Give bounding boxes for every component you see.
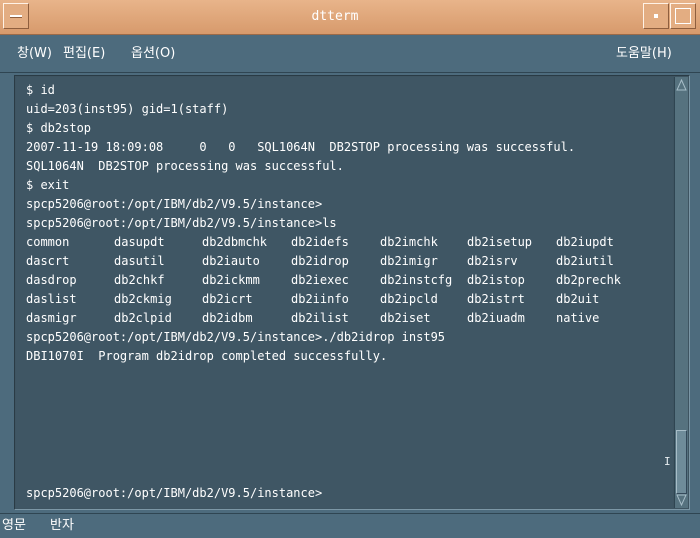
- menu-bar: 창(W) 편집(E) 옵션(O) 도움말(H): [0, 35, 700, 73]
- status-bar: 영문 반자: [0, 513, 700, 538]
- minimize-button[interactable]: [643, 3, 669, 29]
- terminal-line: 2007-11-19 18:09:08 0 0 SQL1064N DB2STOP…: [26, 140, 576, 154]
- terminal-line: $ id: [26, 83, 55, 97]
- ls-entry: db2idefs: [291, 235, 349, 249]
- ls-entry: db2iset: [380, 311, 431, 325]
- scroll-down-arrow-icon[interactable]: [676, 494, 687, 506]
- menu-help[interactable]: 도움말(H): [616, 35, 672, 72]
- ls-entry: db2isrv: [467, 254, 518, 268]
- width-mode-indicator[interactable]: 반자: [50, 514, 74, 538]
- maximize-button[interactable]: [670, 3, 696, 29]
- window-menu-button[interactable]: [3, 3, 29, 29]
- minimize-icon: [654, 14, 658, 18]
- terminal-line: spcp5206@root:/opt/IBM/db2/V9.5/instance…: [26, 216, 337, 230]
- terminal-line: spcp5206@root:/opt/IBM/db2/V9.5/instance…: [26, 330, 446, 344]
- text-cursor-icon: I: [664, 455, 671, 468]
- scroll-thumb[interactable]: [676, 430, 687, 494]
- ls-entry: db2instcfg: [380, 273, 453, 287]
- terminal-line: $ exit: [26, 178, 70, 192]
- terminal-line: SQL1064N DB2STOP processing was successf…: [26, 159, 344, 173]
- window-title: dtterm: [311, 9, 359, 24]
- ls-entry: db2clpid: [114, 311, 172, 325]
- ls-entry: db2iinfo: [291, 292, 349, 306]
- ls-entry: db2istrt: [467, 292, 525, 306]
- ls-entry: dascrt: [26, 254, 70, 268]
- ls-entry: db2icrt: [202, 292, 253, 306]
- ls-entry: db2dbmchk: [202, 235, 268, 249]
- ls-entry: db2iupdt: [556, 235, 614, 249]
- ls-entry: db2iutil: [556, 254, 614, 268]
- ls-entry: dasmigr: [26, 311, 77, 325]
- scroll-up-arrow-icon[interactable]: [676, 79, 687, 91]
- ls-entry: db2ilist: [291, 311, 349, 325]
- menu-edit[interactable]: 편집(E): [63, 35, 105, 72]
- window-menu-icon: [10, 15, 22, 17]
- maximize-icon: [675, 8, 691, 24]
- terminal-line: uid=203(inst95) gid=1(staff): [26, 102, 229, 116]
- vertical-scrollbar[interactable]: [674, 77, 688, 508]
- terminal-prompt: spcp5206@root:/opt/IBM/db2/V9.5/instance…: [26, 486, 323, 500]
- ls-entry: db2iauto: [202, 254, 260, 268]
- ls-entry: db2iuadm: [467, 311, 525, 325]
- ls-entry: db2istop: [467, 273, 525, 287]
- ls-entry: dasupdt: [114, 235, 165, 249]
- dtterm-window: dtterm 창(W) 편집(E) 옵션(O) 도움말(H) $ id uid=…: [0, 0, 700, 538]
- ls-entry: db2ickmm: [202, 273, 260, 287]
- ls-entry: daslist: [26, 292, 77, 306]
- ls-entry: native: [556, 311, 600, 325]
- ls-entry: db2chkf: [114, 273, 165, 287]
- title-bar[interactable]: dtterm: [0, 0, 700, 35]
- ls-entry: db2iexec: [291, 273, 349, 287]
- ls-entry: db2imchk: [380, 235, 438, 249]
- ls-entry: dasutil: [114, 254, 165, 268]
- menu-window[interactable]: 창(W): [17, 35, 52, 72]
- ls-entry: db2uit: [556, 292, 600, 306]
- ls-entry: db2prechk: [556, 273, 622, 287]
- ls-entry: db2imigr: [380, 254, 438, 268]
- ls-entry: db2ckmig: [114, 292, 172, 306]
- terminal-output[interactable]: $ id uid=203(inst95) gid=1(staff) $ db2s…: [16, 77, 673, 508]
- ls-entry: db2isetup: [467, 235, 533, 249]
- menu-options[interactable]: 옵션(O): [131, 35, 175, 72]
- ls-entry: db2idrop: [291, 254, 349, 268]
- ls-entry: db2ipcld: [380, 292, 438, 306]
- ls-entry: dasdrop: [26, 273, 77, 287]
- input-mode-indicator[interactable]: 영문: [2, 514, 26, 538]
- terminal-line: DBI1070I Program db2idrop completed succ…: [26, 349, 388, 363]
- ls-entry: db2idbm: [202, 311, 253, 325]
- terminal-line: $ db2stop: [26, 121, 92, 135]
- ls-entry: common: [26, 235, 70, 249]
- terminal-line: spcp5206@root:/opt/IBM/db2/V9.5/instance…: [26, 197, 323, 211]
